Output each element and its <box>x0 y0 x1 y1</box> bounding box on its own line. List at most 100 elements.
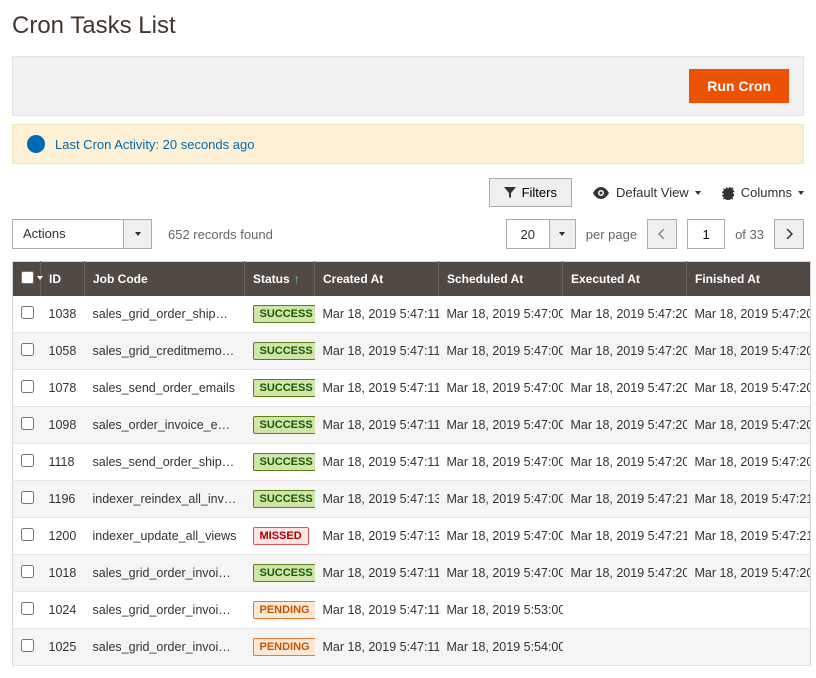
table-row[interactable]: 1018sales_grid_order_invoice_asyncSUCCES… <box>13 555 811 592</box>
row-checkbox[interactable] <box>21 491 34 504</box>
status-badge: SUCCESS <box>253 342 315 360</box>
cell-finished-at: Mar 18, 2019 5:47:20 AM <box>687 333 811 370</box>
cell-created-at: Mar 18, 2019 5:47:11 AM <box>315 370 439 407</box>
th-created-at[interactable]: Created At <box>315 262 439 297</box>
cell-scheduled-at: Mar 18, 2019 5:47:00 AM <box>439 444 563 481</box>
of-pages: of 33 <box>735 227 764 242</box>
cell-scheduled-at: Mar 18, 2019 5:54:00 AM <box>439 629 563 666</box>
cell-id: 1118 <box>41 444 85 481</box>
row-checkbox[interactable] <box>21 343 34 356</box>
cell-status: MISSED <box>245 518 315 555</box>
table-row[interactable]: 1098sales_order_invoice_emailsSUCCESSMar… <box>13 407 811 444</box>
table-row[interactable]: 1196indexer_reindex_all_invalidSUCCESSMa… <box>13 481 811 518</box>
table-row[interactable]: 1078sales_send_order_emailsSUCCESSMar 18… <box>13 370 811 407</box>
row-checkbox[interactable] <box>21 602 34 615</box>
th-scheduled-at[interactable]: Scheduled At <box>439 262 563 297</box>
page-input[interactable] <box>687 219 725 249</box>
cell-job-code: sales_grid_order_shipment <box>85 296 245 333</box>
cell-id: 1024 <box>41 592 85 629</box>
cell-job-code: sales_grid_order_invoice_async <box>85 592 245 629</box>
row-checkbox[interactable] <box>21 306 34 319</box>
table-row[interactable]: 1024sales_grid_order_invoice_asyncPENDIN… <box>13 592 811 629</box>
cell-executed-at <box>563 592 687 629</box>
prev-page-button[interactable] <box>647 219 677 249</box>
cell-job-code: sales_grid_creditmemo_async <box>85 333 245 370</box>
th-job-code[interactable]: Job Code <box>85 262 245 297</box>
actions-dropdown[interactable]: Actions <box>12 219 152 249</box>
table-row[interactable]: 1118sales_send_order_shipmentSUCCESSMar … <box>13 444 811 481</box>
cell-executed-at: Mar 18, 2019 5:47:20 AM <box>563 370 687 407</box>
status-badge: SUCCESS <box>253 564 315 582</box>
table-row[interactable]: 1058sales_grid_creditmemo_async SUCCESS Ma… <box>13 333 811 370</box>
row-checkbox[interactable] <box>21 528 34 541</box>
row-checkbox[interactable] <box>21 380 34 393</box>
cell-id: 1058 <box>41 333 85 370</box>
status-badge: SUCCESS <box>253 453 315 471</box>
per-page-select[interactable]: 20 <box>506 219 576 249</box>
caret-down-icon <box>695 191 701 195</box>
cell-created-at: Mar 18, 2019 5:47:11 AM <box>315 444 439 481</box>
cell-finished-at: Mar 18, 2019 5:47:20 AM <box>687 444 811 481</box>
row-checkbox[interactable] <box>21 639 34 652</box>
cell-status: SUCCESS <box>245 444 315 481</box>
cell-id: 1200 <box>41 518 85 555</box>
th-finished-at[interactable]: Finished At <box>687 262 811 297</box>
cell-id: 1078 <box>41 370 85 407</box>
cell-status: SUCCESS <box>245 407 315 444</box>
total-pages: 33 <box>750 227 764 242</box>
table-row[interactable]: 1038sales_grid_order_shipmentSUCCESSMar … <box>13 296 811 333</box>
cell-created-at: Mar 18, 2019 5:47:13 AM <box>315 518 439 555</box>
cell-executed-at: Mar 18, 2019 5:47:20 AM <box>563 555 687 592</box>
row-checkbox[interactable] <box>21 454 34 467</box>
th-status-label: Status <box>253 272 290 286</box>
status-badge: SUCCESS <box>253 379 315 397</box>
th-select-all[interactable] <box>13 262 41 297</box>
th-id[interactable]: ID <box>41 262 85 297</box>
caret-down-icon <box>37 276 43 280</box>
grid-toolbar-bottom: Actions 652 records found 20 per page of… <box>12 219 804 249</box>
cell-scheduled-at: Mar 18, 2019 5:47:00 AM <box>439 555 563 592</box>
cell-id: 1018 <box>41 555 85 592</box>
records-found: 652 records found <box>168 227 273 242</box>
cell-created-at: Mar 18, 2019 5:47:13 AM <box>315 481 439 518</box>
cell-job-code: sales_order_invoice_emails <box>85 407 245 444</box>
cell-created-at: Mar 18, 2019 5:47:11 AM <box>315 629 439 666</box>
chevron-right-icon <box>785 229 793 239</box>
row-checkbox[interactable] <box>21 565 34 578</box>
columns-button[interactable]: Columns <box>721 185 804 200</box>
cell-status: SUCCESS <box>245 481 315 518</box>
cell-id: 1196 <box>41 481 85 518</box>
cell-job-code: indexer_update_all_views <box>85 518 245 555</box>
select-all-checkbox[interactable] <box>21 271 34 284</box>
th-status[interactable]: Status↑ <box>245 262 315 297</box>
row-checkbox[interactable] <box>21 417 34 430</box>
table-row[interactable]: 1200indexer_update_all_views MISSED Mar 18… <box>13 518 811 555</box>
caret-down-icon <box>549 220 575 248</box>
cell-scheduled-at: Mar 18, 2019 5:53:00 AM <box>439 592 563 629</box>
run-cron-button[interactable]: Run Cron <box>689 69 789 103</box>
default-view-label: Default View <box>616 185 689 200</box>
status-badge: MISSED <box>253 527 309 545</box>
th-executed-at[interactable]: Executed At <box>563 262 687 297</box>
status-badge: SUCCESS <box>253 416 315 434</box>
cell-scheduled-at: Mar 18, 2019 5:47:00 AM <box>439 333 563 370</box>
status-badge: PENDING <box>253 638 315 656</box>
cell-status: SUCCESS <box>245 555 315 592</box>
default-view-button[interactable]: Default View <box>592 185 701 200</box>
table-row[interactable]: 1025sales_grid_order_invoice_asyncPENDIN… <box>13 629 811 666</box>
gear-icon <box>721 186 735 200</box>
cell-created-at: Mar 18, 2019 5:47:11 AM <box>315 555 439 592</box>
cell-created-at: Mar 18, 2019 5:47:11 AM <box>315 592 439 629</box>
cell-executed-at: Mar 18, 2019 5:47:20 AM <box>563 444 687 481</box>
cell-created-at: Mar 18, 2019 5:47:11 AM <box>315 296 439 333</box>
next-page-button[interactable] <box>774 219 804 249</box>
filters-button[interactable]: Filters <box>489 178 572 207</box>
cell-finished-at <box>687 629 811 666</box>
eye-icon <box>592 187 610 199</box>
status-badge: SUCCESS <box>253 490 315 508</box>
filter-icon <box>504 187 516 199</box>
cell-id: 1038 <box>41 296 85 333</box>
actions-label: Actions <box>13 220 123 248</box>
cron-tasks-table: ID Job Code Status↑ Created At Scheduled… <box>12 261 811 666</box>
info-message: i Last Cron Activity: 20 seconds ago <box>12 124 804 164</box>
